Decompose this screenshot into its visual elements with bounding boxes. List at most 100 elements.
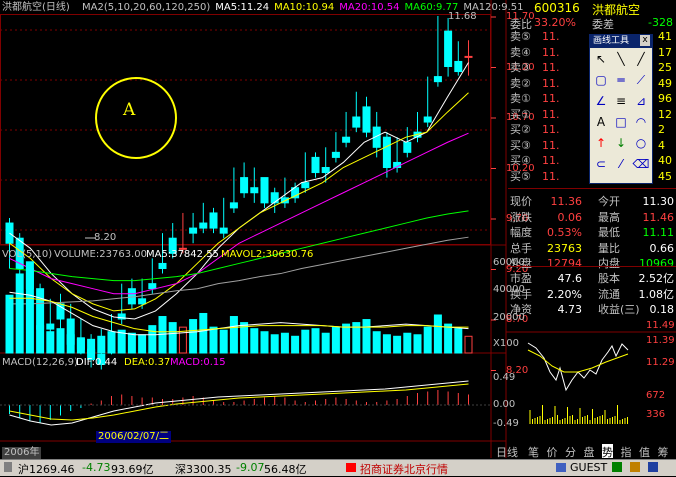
mini-tick: 11.49 [646, 320, 675, 331]
volume-bar [148, 325, 157, 354]
quote-cell: 外盘 [510, 257, 532, 270]
order-volume: 12 [658, 107, 672, 121]
candle-body [250, 187, 259, 194]
tab-6[interactable]: 指 [621, 444, 632, 459]
candle-body [199, 222, 208, 229]
macd-dea: DEA:0.37 [124, 357, 171, 368]
volume-bar [444, 323, 453, 354]
order-level-label: 卖④ [510, 45, 531, 59]
volume-bar [260, 331, 269, 354]
toolbox-close-button[interactable]: x [640, 35, 650, 46]
quote-cell: 4.73 [557, 303, 583, 316]
volume-bar [250, 328, 259, 354]
volume-bar [46, 331, 55, 354]
order-price: 11. [542, 92, 560, 105]
volume-bar [301, 329, 310, 354]
connect-icon [612, 462, 622, 472]
candle-body [464, 55, 473, 58]
fib-tool-icon[interactable]: ≡ [612, 92, 630, 110]
gann-tool-icon[interactable]: ⊿ [632, 92, 650, 110]
circle-tool-icon[interactable]: ○ [632, 134, 650, 152]
quote-cell: 0.53% [547, 226, 582, 239]
up-arrow-icon[interactable]: ↑ [592, 134, 610, 152]
ma120-line [9, 236, 469, 305]
eraser-tool-icon[interactable]: ⌫ [632, 155, 650, 173]
ma-legend-item: MA5:11.24 [215, 2, 270, 13]
volume-bar [331, 326, 340, 354]
quote-cell: 股本 [598, 272, 620, 285]
parallel-tool-icon[interactable]: ═ [612, 71, 630, 89]
tab-3[interactable]: 分 [565, 444, 576, 459]
volume-bar [138, 334, 147, 354]
volume-bar [393, 335, 402, 354]
volume-bar [362, 319, 371, 354]
slash-tool-icon[interactable]: ⁄ [612, 155, 630, 173]
order-price: 11. [542, 169, 560, 183]
volume-bar [291, 335, 300, 354]
quote-cell: 0.06 [557, 210, 583, 224]
order-level-label: 卖② [510, 76, 531, 90]
candle-body [260, 177, 269, 204]
ray-tool-icon[interactable]: ╱ [632, 50, 650, 68]
line-tool-icon[interactable]: ╲ [612, 50, 630, 68]
arc-tool-icon[interactable]: ◠ [632, 113, 650, 131]
channel-tool-icon[interactable]: ▢ [592, 71, 610, 89]
order-price: 11. [542, 123, 560, 136]
mini-tick: 336 [646, 409, 666, 420]
ma20-line [9, 132, 469, 295]
volume-bar [382, 334, 391, 354]
quote-cell: 幅度 [510, 226, 532, 239]
candle-body [148, 283, 157, 290]
fan-tool-icon[interactable]: ∠ [592, 92, 610, 110]
cycle-tool-icon[interactable]: ⊂ [592, 155, 610, 173]
ma-legend-item: MA10:10.94 [274, 2, 335, 13]
quote-cell: 流通 [598, 287, 620, 301]
vol-ma10-line [9, 297, 469, 333]
annotation-circle [95, 77, 177, 159]
order-volume: 2 [658, 123, 665, 136]
annotation-label: A [123, 100, 136, 120]
volume-bar [219, 329, 228, 354]
quote-cell: 内盘 [598, 257, 620, 270]
tab-4[interactable]: 盘 [584, 444, 595, 459]
text-tool-icon[interactable]: A [592, 113, 610, 131]
candle-body [240, 177, 249, 194]
trend-tool-icon[interactable]: ⟋ [632, 71, 650, 89]
tab-0[interactable]: 日线 [496, 444, 518, 459]
quote-cell: 11.30 [642, 195, 675, 208]
toolbox-titlebar[interactable]: 画线工具 x [590, 35, 652, 48]
quote-cell: 最低 [598, 226, 620, 239]
quote-cell: 11.46 [642, 210, 675, 224]
user-name: GUEST [570, 461, 608, 474]
candle-body [127, 288, 136, 305]
order-price: 11. [542, 76, 560, 90]
tab-1[interactable]: 笔 [528, 444, 539, 459]
macd-title: MACD(12,26,9) [2, 357, 78, 368]
volume-bar [413, 334, 422, 354]
weicha-value: -328 [648, 16, 673, 29]
tab-8[interactable]: 筹 [658, 444, 669, 459]
stock-title: 洪都航空(日线) [2, 2, 70, 13]
down-arrow-icon[interactable]: ↓ [612, 134, 630, 152]
order-volume: 25 [658, 61, 672, 74]
volume-bar [189, 319, 198, 354]
volume-bar [423, 326, 432, 354]
high-price-mark: 11.68 [448, 11, 477, 22]
panel-separator [508, 266, 676, 267]
quote-cell: 涨跌 [510, 210, 532, 224]
status-bar: 沪1269.46 -4.73 93.69亿 深3300.35 -9.07 56.… [0, 459, 676, 476]
info-icon [630, 462, 640, 472]
tab-7[interactable]: 值 [639, 444, 650, 459]
order-level-label: 卖⑤ [510, 30, 531, 43]
ma-legend-item: MA20:10.54 [339, 2, 400, 13]
candle-body [209, 212, 218, 229]
tab-5[interactable]: 势 [602, 444, 613, 459]
candle-body [158, 262, 167, 270]
rect-tool-icon[interactable]: □ [612, 113, 630, 131]
tab-2[interactable]: 价 [547, 444, 558, 459]
ma10-line [9, 92, 469, 312]
drawing-toolbox[interactable]: 画线工具 x ↖ ╲ ╱ ▢ ═ ⟋ ∠ ≡ ⊿ A □ ◠ ↑ ↓ ○ ⊂ ⁄ ⌫ [589, 34, 653, 184]
order-price: 11. [542, 45, 560, 59]
select-tool-icon[interactable]: ↖ [592, 50, 610, 68]
candle-body [403, 141, 412, 153]
